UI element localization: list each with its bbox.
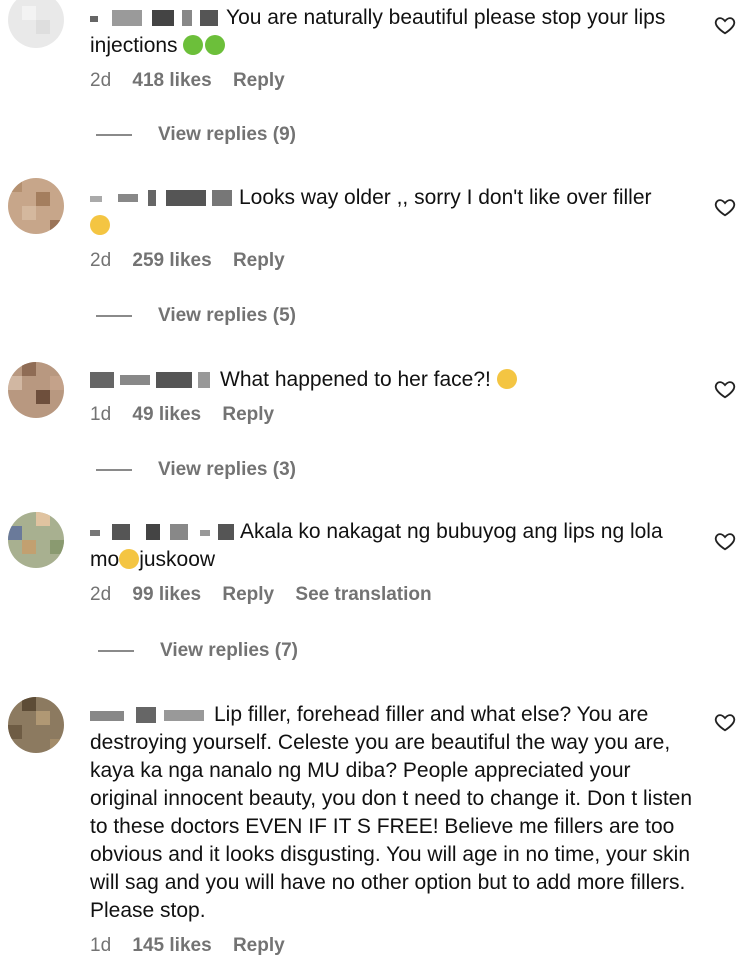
timestamp: 1d <box>90 404 112 425</box>
timestamp: 2d <box>90 250 112 271</box>
avatar[interactable] <box>8 512 64 568</box>
heart-outline-icon[interactable] <box>714 196 736 218</box>
comment-meta: 1d 145 likes Reply <box>90 935 700 961</box>
comment-text: Lip filler, forehead filler and what els… <box>90 703 693 922</box>
pensive-face-icon <box>496 369 517 389</box>
blurred-username[interactable] <box>90 707 208 724</box>
comment-meta: 2d 99 likes Reply See translation <box>90 584 700 610</box>
blurred-username[interactable] <box>90 372 214 389</box>
comment-meta: 1d 49 likes Reply <box>90 404 700 430</box>
blurred-username[interactable] <box>90 190 233 207</box>
view-replies-button[interactable]: View replies (9) <box>96 124 296 146</box>
view-replies-button[interactable]: View replies (3) <box>96 459 296 481</box>
likes-count[interactable]: 49 likes <box>132 404 201 425</box>
likes-count[interactable]: 145 likes <box>132 935 211 956</box>
heart-outline-icon[interactable] <box>714 378 736 400</box>
blurred-username[interactable] <box>90 10 220 27</box>
comment-meta: 2d 418 likes Reply <box>90 70 700 96</box>
reply-button[interactable]: Reply <box>222 584 274 605</box>
likes-count[interactable]: 259 likes <box>132 250 211 271</box>
divider <box>96 133 132 136</box>
comment-text: What happened to her face?! <box>90 366 700 394</box>
avatar[interactable] <box>8 697 64 753</box>
comment-text: You are naturally beautiful please stop … <box>90 6 666 57</box>
timestamp: 2d <box>90 70 112 91</box>
view-replies-button[interactable]: View replies (7) <box>98 640 298 662</box>
avatar[interactable] <box>8 178 64 234</box>
divider <box>96 314 132 317</box>
blurred-username[interactable] <box>90 524 234 541</box>
divider <box>96 468 132 471</box>
heart-outline-icon[interactable] <box>714 711 736 733</box>
reply-button[interactable]: Reply <box>222 404 274 425</box>
timestamp: 2d <box>90 584 112 605</box>
view-replies-button[interactable]: View replies (5) <box>96 305 296 327</box>
reply-button[interactable]: Reply <box>233 935 285 956</box>
eye-roll-face-icon <box>119 549 140 569</box>
comment-text: Akala ko nakagat ng bubuyog ang lips ng … <box>90 520 663 571</box>
timestamp: 1d <box>90 935 112 956</box>
nauseated-face-icon <box>205 35 226 55</box>
likes-count[interactable]: 99 likes <box>132 584 201 605</box>
reply-button[interactable]: Reply <box>233 70 285 91</box>
reply-button[interactable]: Reply <box>233 250 285 271</box>
comment-text: Looks way older ,, sorry I don't like ov… <box>90 184 700 240</box>
divider <box>98 649 134 652</box>
avatar[interactable] <box>8 362 64 418</box>
heart-outline-icon[interactable] <box>714 14 736 36</box>
see-translation-button[interactable]: See translation <box>295 584 431 605</box>
heart-outline-icon[interactable] <box>714 530 736 552</box>
comment-meta: 2d 259 likes Reply <box>90 250 700 276</box>
nauseated-face-icon <box>183 35 204 55</box>
crying-face-icon <box>90 215 110 235</box>
avatar[interactable] <box>8 0 64 48</box>
likes-count[interactable]: 418 likes <box>132 70 211 91</box>
